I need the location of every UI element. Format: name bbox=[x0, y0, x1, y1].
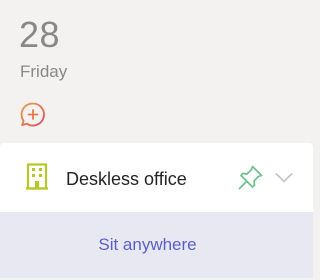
date-weekday: Friday bbox=[20, 62, 68, 81]
chat-add-icon[interactable] bbox=[19, 101, 47, 129]
sit-anywhere-link[interactable]: Sit anywhere bbox=[0, 235, 295, 255]
pin-icon[interactable] bbox=[237, 164, 264, 191]
location-label: Deskless office bbox=[66, 169, 187, 189]
footer-bar: Sit anywhere bbox=[0, 212, 313, 278]
date-day-number: 28 bbox=[19, 14, 61, 55]
day-panel: 28 Friday Deskless office Sit anywhere bbox=[0, 0, 314, 280]
chevron-down-icon[interactable] bbox=[275, 171, 293, 183]
building-icon bbox=[26, 163, 48, 190]
location-card[interactable]: Deskless office bbox=[0, 143, 313, 212]
